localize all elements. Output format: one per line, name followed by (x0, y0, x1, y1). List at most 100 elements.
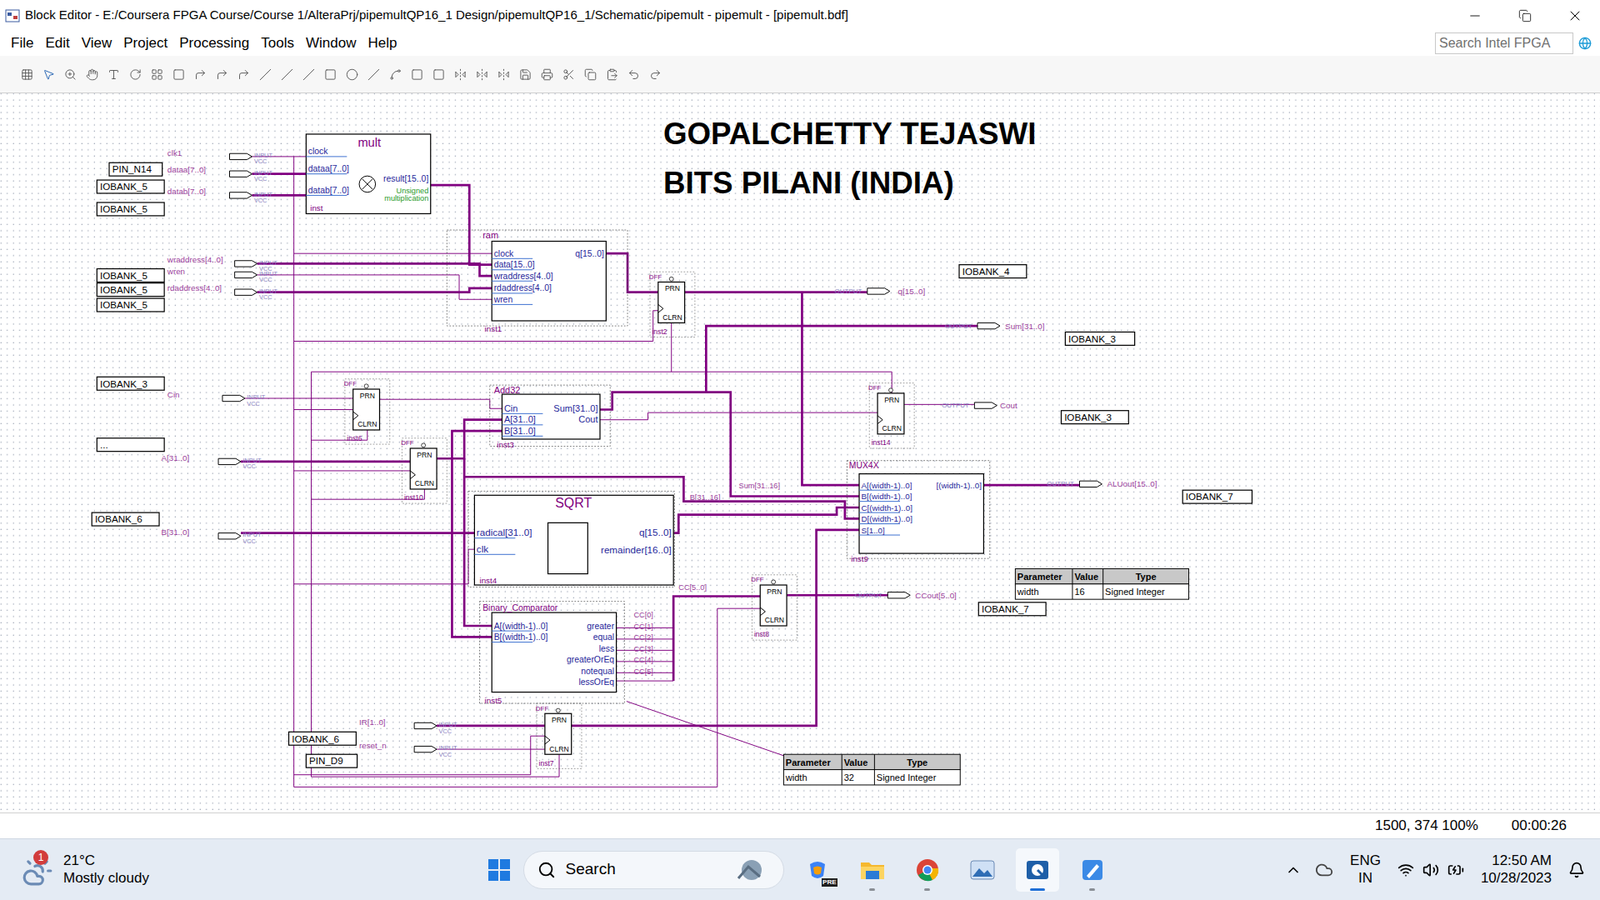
schematic-block[interactable]: ramclockdata[15..0]wraddress[4..0]rdaddr… (446, 230, 628, 335)
bus-wire[interactable] (257, 288, 493, 293)
schematic-block[interactable]: SQRTradical[31..0]clkq[15..0]remainder[1… (468, 490, 675, 587)
wire[interactable] (671, 371, 892, 435)
toolbar-button[interactable] (540, 65, 555, 83)
tray-expand-icon[interactable] (1285, 861, 1302, 879)
input-pin[interactable]: IR[1..0]INPUTVCC (359, 717, 458, 735)
toolbar-button[interactable] (475, 65, 490, 83)
pin-location-label[interactable]: IOBANK_3 (96, 376, 165, 390)
clock[interactable]: 12:50 AM10/28/2023 (1477, 852, 1555, 887)
toolbar-button[interactable] (366, 65, 381, 83)
wire[interactable] (626, 701, 786, 757)
dff-register[interactable]: DFFPRNCLRNinst6 (344, 379, 390, 445)
taskbar-search[interactable]: Search (523, 850, 785, 890)
menu-item[interactable]: View (75, 32, 119, 55)
battery-icon[interactable] (1447, 861, 1465, 879)
pin-location-label[interactable]: IOBANK_5 (96, 283, 165, 297)
language-indicator[interactable]: ENGIN (1346, 852, 1385, 887)
wire[interactable] (294, 608, 761, 787)
taskbar-app[interactable] (1070, 848, 1115, 892)
input-pin[interactable]: wrenINPUTVCC (166, 266, 279, 285)
menu-item[interactable]: File (5, 32, 40, 55)
toolbar-button[interactable] (323, 65, 338, 83)
input-pin[interactable]: CinINPUTVCC (167, 390, 266, 408)
toolbar-button[interactable] (496, 65, 511, 83)
bus-wire[interactable] (240, 460, 410, 464)
menu-item[interactable]: Edit (39, 32, 75, 55)
pin-location-label[interactable]: IOBANK_7 (1182, 490, 1252, 504)
weather-widget[interactable]: 121°CMostly cloudy (0, 852, 487, 887)
pin-location-label[interactable]: IOBANK_5 (96, 298, 165, 312)
bus-wire[interactable] (600, 325, 978, 410)
toolbar-button[interactable] (301, 65, 316, 83)
wire[interactable] (616, 680, 675, 682)
toolbar-button[interactable] (128, 65, 143, 83)
taskbar-app[interactable] (1015, 848, 1060, 892)
toolbar-button[interactable] (388, 65, 403, 83)
dff-register[interactable]: DFFPRNCLRNinst10 (400, 438, 447, 504)
windows-start-icon[interactable] (486, 857, 512, 883)
wire[interactable] (310, 322, 671, 372)
taskbar-app[interactable]: PRE (795, 848, 840, 892)
pin-location-label[interactable]: IOBANK_5 (96, 180, 165, 194)
toolbar-button[interactable] (20, 65, 35, 83)
wire[interactable] (293, 156, 295, 788)
close-button[interactable] (1550, 0, 1600, 31)
toolbar-button[interactable] (280, 65, 295, 83)
notification-bell-icon[interactable] (1568, 861, 1585, 879)
schematic-canvas[interactable]: multclockdataa[7..0]datab[7..0]result[15… (0, 93, 1600, 813)
toolbar-button[interactable] (63, 65, 78, 83)
pin-location-label[interactable]: IOBANK_7 (978, 602, 1046, 616)
menu-item[interactable]: Window (300, 32, 362, 55)
schematic-block[interactable]: Add32CinA[31..0]B[31..0]Sum[31..0]Coutin… (490, 385, 610, 450)
bus-wire[interactable] (240, 531, 475, 535)
taskbar-app[interactable] (960, 848, 1005, 892)
input-pin[interactable]: dataa[7..0]INPUTVCC (167, 165, 274, 183)
toolbar-button[interactable] (171, 65, 186, 83)
dff-register[interactable]: DFFPRNCLRNinst14 (868, 383, 915, 449)
schematic-block[interactable]: MUX4XA[(width-1)..0]B[(width-1)..0]C[(wi… (846, 460, 990, 564)
pin-location-label[interactable]: IOBANK_3 (1065, 331, 1135, 345)
wire[interactable] (294, 549, 475, 585)
input-pin[interactable]: clk1INPUTVCC (167, 148, 274, 166)
dff-register[interactable]: DFFPRNCLRNinst2 (649, 271, 695, 337)
taskbar-app[interactable] (850, 848, 895, 892)
pin-location-label[interactable]: IOBANK_5 (96, 202, 165, 216)
pin-location-label[interactable]: PIN_D9 (305, 754, 357, 768)
pin-location-label[interactable]: PIN_N14 (109, 162, 163, 176)
toolbar-button[interactable] (106, 65, 121, 83)
toolbar-button[interactable] (193, 65, 208, 83)
toolbar-button[interactable] (561, 65, 576, 83)
pin-location-label[interactable]: IOBANK_4 (959, 265, 1027, 279)
bus-wire[interactable] (257, 263, 493, 276)
output-pin[interactable]: OUTPUTSum[31..0] (945, 321, 1045, 331)
bus-wire[interactable] (436, 420, 502, 460)
wire[interactable] (294, 253, 493, 255)
bus-wire[interactable] (673, 595, 760, 681)
toolbar-button[interactable] (583, 65, 598, 83)
menu-item[interactable]: Processing (173, 32, 255, 55)
input-pin[interactable]: rdaddress[4..0]INPUTVCC (167, 283, 279, 301)
menu-item[interactable]: Project (117, 32, 174, 55)
minimize-button[interactable] (1450, 0, 1500, 31)
output-pin[interactable]: OUTPUTALUout[15..0] (1046, 480, 1157, 490)
input-pin[interactable]: reset_nINPUTVCC (359, 740, 458, 759)
bus-wire[interactable] (801, 292, 860, 485)
toolbar-button[interactable] (150, 65, 165, 83)
wire[interactable] (600, 412, 878, 420)
bus-wire[interactable] (430, 185, 492, 265)
schematic-block[interactable]: Binary_ComparatorA[(width-1)..0]B[(width… (480, 601, 625, 705)
pin-location-label[interactable]: ... (96, 438, 165, 452)
dff-register[interactable]: DFFPRNCLRNinst7 (535, 703, 582, 769)
toolbar-button[interactable] (453, 65, 468, 83)
toolbar-button[interactable] (410, 65, 425, 83)
toolbar-button[interactable] (648, 65, 663, 83)
input-pin[interactable]: A[31..0]INPUTVCC (160, 453, 261, 471)
wire[interactable] (294, 409, 354, 410)
pin-location-label[interactable]: IOBANK_6 (289, 731, 357, 745)
pin-location-label[interactable]: IOBANK_6 (91, 512, 160, 526)
toolbar-button[interactable] (518, 65, 533, 83)
wire[interactable] (436, 749, 560, 777)
schematic-block[interactable]: multclockdataa[7..0]datab[7..0]result[15… (305, 134, 430, 214)
dff-register[interactable]: DFFPRNCLRNinst8 (750, 575, 797, 640)
toolbar-button[interactable] (85, 65, 100, 83)
